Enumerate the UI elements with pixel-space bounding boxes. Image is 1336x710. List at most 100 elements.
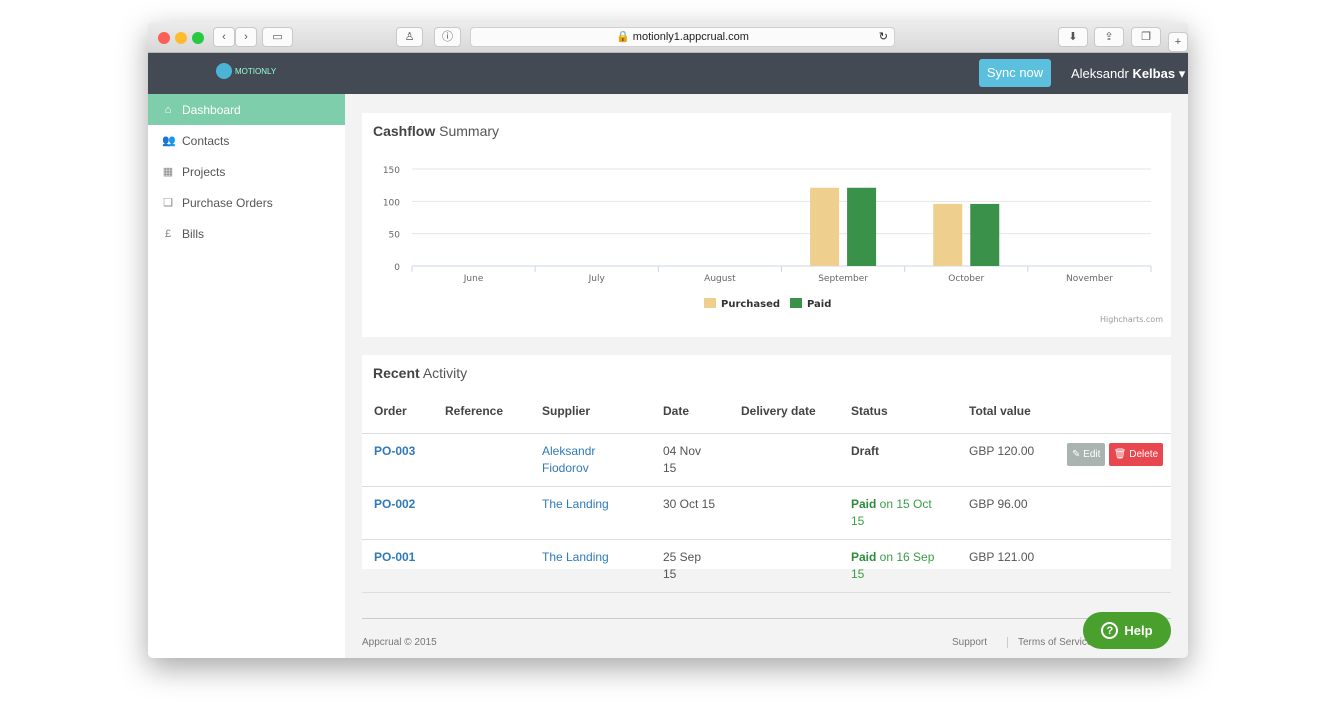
legend-swatch	[704, 298, 716, 308]
tabs-icon[interactable]: ❐	[1131, 27, 1161, 47]
close-window-button[interactable]	[158, 32, 170, 44]
date-cell: 30 Oct 15	[651, 486, 729, 540]
share-icon[interactable]: ⇪	[1094, 27, 1124, 47]
bar-paid	[970, 203, 1000, 266]
order-link[interactable]: PO-001	[374, 550, 415, 564]
robot-logo-icon	[216, 63, 232, 79]
pound-icon: £	[164, 227, 172, 240]
column-header-delivery-date: Delivery date	[729, 395, 839, 434]
edit-label: Edit	[1083, 449, 1101, 460]
question-icon: ?	[1101, 622, 1119, 639]
sidebar-item-label: Purchase Orders	[182, 195, 273, 210]
date-cell: 25 Sep 15	[651, 539, 729, 593]
user-first-name: Aleksandr	[1071, 66, 1129, 81]
y-tick-label: 50	[389, 231, 401, 241]
table-row: PO-003 Aleksandr Fiodorov 04 Nov 15 Draf…	[362, 433, 1171, 487]
supplier-link[interactable]: The Landing	[542, 497, 609, 511]
extension-icon[interactable]: ♙	[396, 27, 423, 47]
supplier-link[interactable]: Aleksandr Fiodorov	[542, 444, 595, 475]
order-link[interactable]: PO-002	[374, 497, 415, 511]
sidebar-item-projects[interactable]: ▦ Projects	[148, 156, 345, 187]
browser-toolbar: ‹ › ▭ ♙ ⓘ 🔒 motionly1.appcrual.com ↻ ⬇ ⇪ …	[148, 22, 1188, 53]
briefcase-icon: ▦	[162, 166, 174, 178]
highcharts-credit: Highcharts.com	[1100, 315, 1163, 324]
sidebar-toggle-icon[interactable]: ▭	[262, 27, 293, 47]
column-header-date: Date	[651, 395, 729, 434]
cashflow-title: Cashflow Summary	[373, 123, 500, 139]
reference-cell	[433, 486, 530, 540]
total-cell: GBP 120.00	[957, 433, 1055, 487]
date-cell: 04 Nov 15	[651, 433, 729, 487]
sidebar-item-purchase-orders[interactable]: ❏ Purchase Orders	[148, 187, 345, 218]
supplier-link[interactable]: The Landing	[542, 550, 609, 564]
new-tab-icon[interactable]: +	[1168, 32, 1188, 52]
main-content: Cashflow Summary 0 50 100 150 June July August…	[345, 94, 1188, 658]
column-header-reference: Reference	[433, 395, 530, 434]
address-bar[interactable]: 🔒 motionly1.appcrual.com ↻	[470, 27, 895, 47]
sync-now-button[interactable]: Sync now	[979, 59, 1051, 87]
column-header-status: Status	[839, 395, 957, 434]
forward-icon[interactable]: ›	[235, 27, 257, 47]
delivery-date-cell	[729, 433, 839, 487]
delete-button[interactable]: 🗑 Delete	[1108, 443, 1164, 466]
sidebar-item-dashboard[interactable]: ⌂ Dashboard	[148, 94, 345, 125]
password-icon[interactable]: ⓘ	[434, 27, 461, 47]
reload-icon[interactable]: ↻	[879, 28, 888, 46]
edit-icon: ✎	[1072, 449, 1081, 460]
caret-down-icon: ▾	[1178, 66, 1186, 81]
terms-link[interactable]: Terms of Service	[1007, 637, 1092, 648]
y-tick-label: 0	[394, 263, 400, 273]
help-label: Help	[1124, 623, 1153, 638]
x-tick-label: September	[818, 274, 868, 284]
user-last-name: Kelbas	[1132, 66, 1176, 81]
back-icon[interactable]: ‹	[213, 27, 235, 47]
sidebar-item-bills[interactable]: £ Bills	[148, 218, 345, 249]
help-button[interactable]: ? Help	[1083, 612, 1171, 649]
minimize-window-button[interactable]	[175, 32, 187, 44]
column-header-total-value: Total value	[957, 395, 1055, 434]
activity-title: Recent Activity	[373, 365, 468, 381]
legend-label: Paid	[807, 299, 831, 310]
user-menu[interactable]: Aleksandr Kelbas ▾	[1071, 66, 1185, 82]
sidebar-item-contacts[interactable]: 👥 Contacts	[148, 125, 345, 156]
url-text: motionly1.appcrual.com	[632, 31, 749, 43]
sidebar-item-label: Dashboard	[182, 102, 241, 117]
order-link[interactable]: PO-003	[374, 444, 415, 458]
status-badge: Draft	[839, 433, 957, 487]
support-link[interactable]: Support	[952, 637, 987, 648]
column-header-actions	[1055, 395, 1171, 434]
navbar: MOTIONLY Sync now Aleksandr Kelbas ▾	[148, 53, 1188, 94]
maximize-window-button[interactable]	[192, 32, 204, 44]
sidebar: ⌂ Dashboard 👥 Contacts ▦ Projects ❏ Purchase…	[148, 94, 345, 658]
sidebar-item-label: Bills	[182, 226, 205, 241]
column-header-order: Order	[362, 395, 433, 434]
y-tick-label: 100	[383, 198, 400, 208]
x-tick-label: October	[948, 274, 984, 284]
column-header-supplier: Supplier	[530, 395, 651, 434]
edit-button[interactable]: ✎ Edit	[1067, 443, 1106, 466]
y-tick-label: 150	[383, 166, 400, 176]
status-badge: Paid on 16 Sep 15	[839, 539, 957, 593]
x-tick-label: July	[588, 274, 606, 284]
cashflow-panel: Cashflow Summary 0 50 100 150 June July August…	[362, 113, 1171, 337]
legend-swatch	[790, 298, 802, 308]
status-badge: Paid on 15 Oct 15	[839, 486, 957, 540]
logo[interactable]: MOTIONLY	[216, 63, 276, 79]
footer: Appcrual © 2015 Support Terms of Service	[362, 618, 1171, 648]
sidebar-item-label: Contacts	[182, 133, 230, 148]
activity-table: Order Reference Supplier Date Delivery d…	[362, 395, 1171, 593]
download-icon[interactable]: ⬇	[1058, 27, 1088, 47]
bar-paid	[847, 187, 877, 266]
reference-cell	[433, 539, 530, 593]
total-cell: GBP 96.00	[957, 486, 1055, 540]
x-tick-label: August	[704, 274, 736, 284]
legend-label: Purchased	[721, 299, 780, 310]
trash-icon: 🗑	[1113, 449, 1127, 460]
reference-cell	[433, 433, 530, 487]
recent-activity-panel: Recent Activity Order Reference Supplier…	[362, 355, 1171, 593]
delivery-date-cell	[729, 539, 839, 593]
browser-window: ‹ › ▭ ♙ ⓘ 🔒 motionly1.appcrual.com ↻ ⬇ ⇪ …	[148, 22, 1188, 658]
delete-label: Delete	[1129, 449, 1159, 460]
table-row: PO-001 The Landing 25 Sep 15 Paid on 16 …	[362, 539, 1171, 593]
sidebar-item-label: Projects	[182, 164, 226, 179]
